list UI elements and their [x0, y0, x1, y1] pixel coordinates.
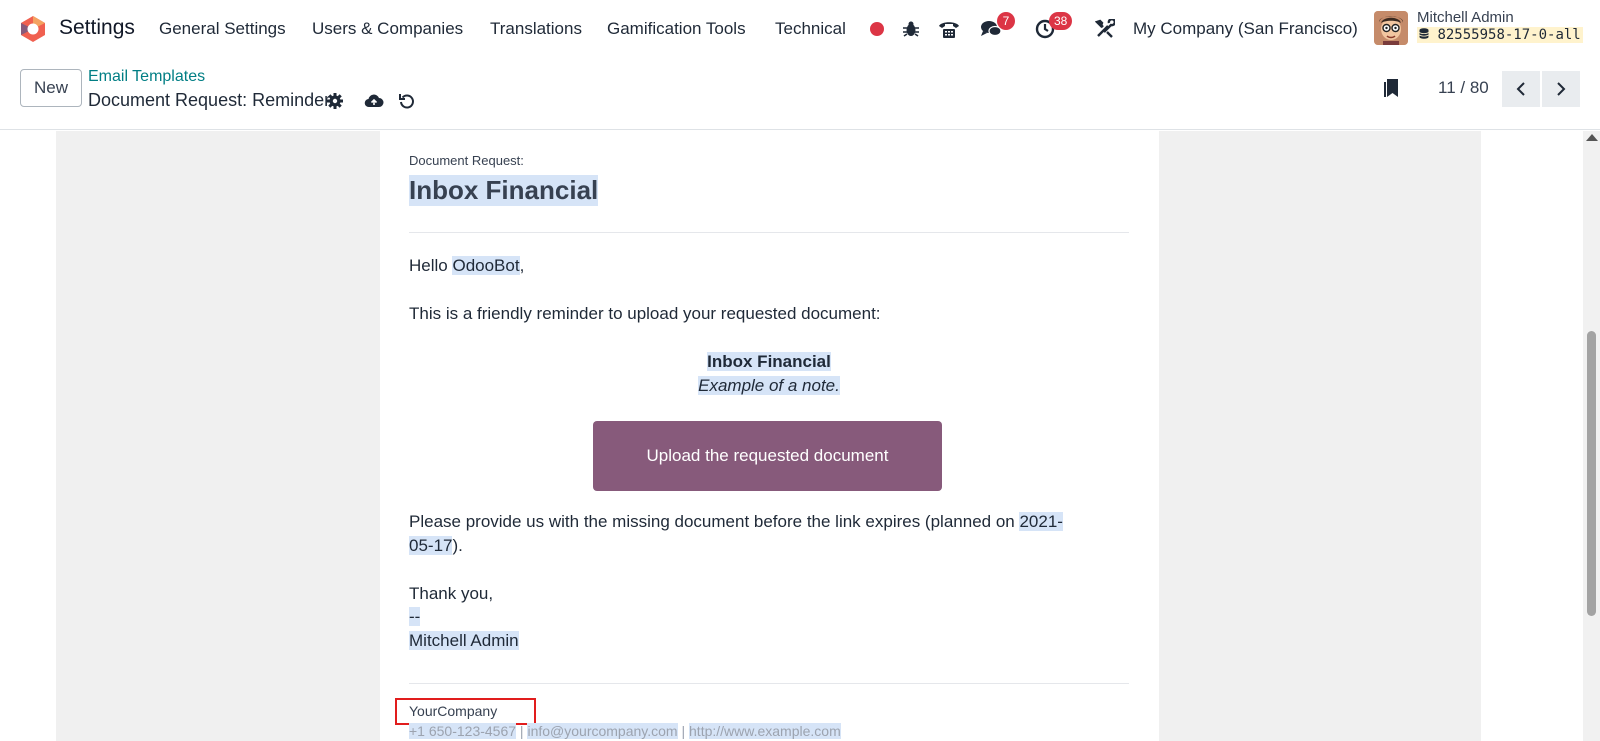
database-name-text: 82555958-17-0-all [1437, 27, 1581, 43]
upload-document-button[interactable]: Upload the requested document [593, 421, 942, 491]
divider [409, 232, 1129, 233]
new-button[interactable]: New [20, 69, 82, 107]
chevron-right-icon [1557, 82, 1566, 96]
phone-icon[interactable] [937, 17, 961, 41]
messages-count-badge: 7 [997, 12, 1015, 30]
greeting-suffix: , [519, 256, 525, 275]
footer-contact-line: +1 650-123-4567 | info@yourcompany.com |… [409, 723, 841, 739]
signature-name: Mitchell Admin [409, 631, 519, 650]
breadcrumb-email-templates[interactable]: Email Templates [88, 68, 205, 86]
app-name[interactable]: Settings [59, 16, 135, 40]
reminder-text: This is a friendly reminder to upload yo… [409, 304, 881, 323]
menu-users-companies[interactable]: Users & Companies [312, 19, 463, 39]
expiry-suffix: ). [452, 536, 463, 555]
signature-separator: -- [409, 605, 421, 629]
scrollbar-thumb[interactable] [1587, 331, 1596, 616]
footer-company-name: YourCompany [409, 703, 498, 719]
document-name-block: Inbox Financial [409, 350, 1129, 374]
tools-icon[interactable] [1093, 17, 1117, 41]
footer-separator: | [677, 723, 690, 739]
footer-divider [409, 683, 1129, 684]
menu-general-settings[interactable]: General Settings [159, 19, 286, 39]
record-title: Document Request: Reminder [88, 90, 331, 110]
bookmark-icon[interactable] [1381, 77, 1403, 99]
menu-technical[interactable]: Technical [775, 19, 846, 39]
document-name: Inbox Financial [707, 352, 831, 371]
footer-email: info@yourcompany.com [527, 723, 678, 739]
signature-name-line: Mitchell Admin [409, 629, 519, 653]
discard-undo-icon[interactable] [396, 90, 418, 112]
document-note: Example of a note. [698, 376, 840, 395]
save-cloud-icon[interactable] [363, 90, 385, 112]
footer-separator: | [516, 723, 528, 739]
greeting-line: Hello OdooBot, [409, 254, 524, 278]
odoo-logo-icon[interactable] [19, 15, 47, 43]
recipient-name: OdooBot [452, 256, 520, 275]
chevron-left-icon [1516, 82, 1525, 96]
scroll-up-arrow-icon[interactable] [1586, 134, 1598, 141]
pager-previous-button[interactable] [1502, 71, 1540, 107]
user-avatar[interactable] [1374, 11, 1408, 45]
pager-next-button[interactable] [1542, 71, 1580, 107]
recording-icon[interactable] [865, 17, 889, 41]
top-navbar: Settings General Settings Users & Compan… [0, 0, 1600, 58]
control-panel: New Email Templates Document Request: Re… [0, 58, 1600, 130]
expiry-date-year: 2021- [1019, 512, 1063, 531]
signature-separator-text: -- [409, 607, 421, 626]
document-request-label: Document Request: [409, 153, 524, 168]
expiry-date-rest: 05-17 [409, 536, 453, 555]
email-body-editor[interactable]: Document Request: Inbox Financial Hello … [380, 131, 1159, 741]
gear-icon[interactable] [324, 90, 346, 112]
activities-count-badge: 38 [1049, 12, 1073, 30]
debug-bug-icon[interactable] [899, 17, 923, 41]
database-icon [1419, 28, 1429, 39]
vertical-scrollbar[interactable] [1583, 131, 1600, 741]
menu-translations[interactable]: Translations [490, 19, 582, 39]
company-switcher[interactable]: My Company (San Francisco) [1133, 19, 1358, 39]
document-title: Inbox Financial [409, 175, 599, 206]
form-content: Document Request: Inbox Financial Hello … [0, 131, 1600, 741]
greeting-prefix: Hello [409, 256, 453, 275]
footer-website: http://www.example.com [689, 723, 841, 739]
document-note-block: Example of a note. [409, 374, 1129, 398]
pager-value[interactable]: 11 / 80 [1438, 78, 1489, 98]
user-name[interactable]: Mitchell Admin [1417, 9, 1514, 26]
expiry-prefix: Please provide us with the missing docum… [409, 512, 1020, 531]
expiry-text: Please provide us with the missing docum… [409, 510, 1129, 558]
menu-gamification-tools[interactable]: Gamification Tools [607, 19, 746, 39]
database-name: 82555958-17-0-all [1417, 27, 1583, 43]
footer-phone: +1 650-123-4567 [409, 723, 517, 739]
thanks-text: Thank you, [409, 584, 494, 603]
